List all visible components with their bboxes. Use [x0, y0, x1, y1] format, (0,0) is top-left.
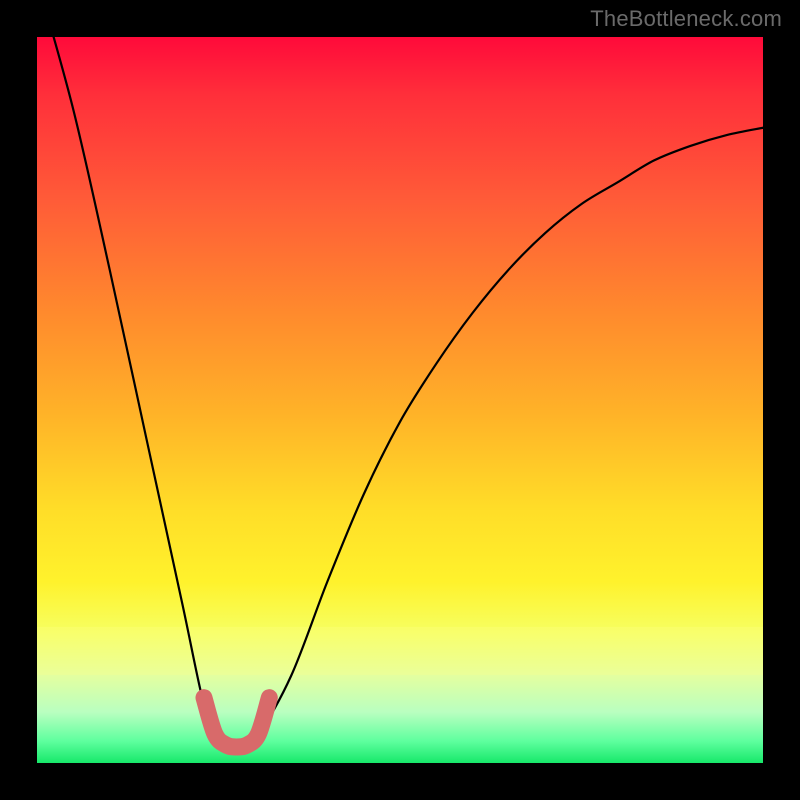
plot-area [37, 37, 763, 763]
curve-layer [37, 37, 763, 763]
optimal-marker [204, 698, 269, 747]
bottleneck-curve [37, 0, 763, 749]
watermark-text: TheBottleneck.com [590, 6, 782, 32]
chart-frame: TheBottleneck.com [0, 0, 800, 800]
